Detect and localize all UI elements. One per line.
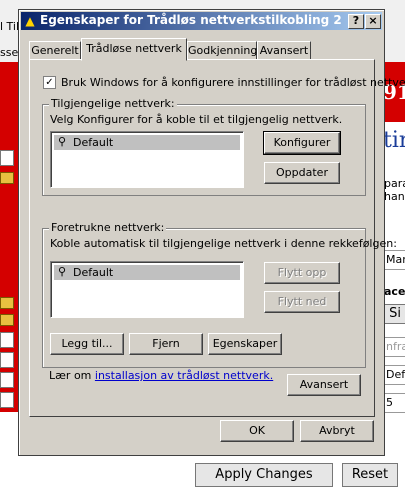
move-up-button[interactable]: Flytt opp — [264, 262, 340, 284]
advanced-button[interactable]: Avansert — [287, 374, 361, 396]
learn-link[interactable]: installasjon av trådløst nettverk. — [95, 369, 273, 382]
folder-icon — [0, 172, 14, 184]
wireless-networks-panel: ✓ Bruk Windows for å konfigurere innstil… — [29, 59, 405, 417]
tab-authentication[interactable]: Godkjenning — [187, 41, 257, 60]
network-name: Default — [73, 136, 114, 149]
bg-heading-fragment: tir — [383, 128, 405, 153]
dialog-titlebar[interactable]: ▲ Egenskaper for Trådløs nettverkstilkob… — [21, 12, 382, 30]
network-icon: ▲ — [25, 14, 35, 28]
bg-field[interactable]: Defa — [383, 365, 405, 385]
bg-field[interactable]: nfra — [383, 337, 405, 357]
configure-button[interactable]: Konfigurer — [263, 131, 341, 155]
ok-button[interactable]: OK — [220, 420, 294, 442]
move-down-button[interactable]: Flytt ned — [264, 291, 340, 313]
tab-advanced[interactable]: Avansert — [257, 41, 311, 60]
preferred-networks-description: Koble automatisk til tilgjengelige nettv… — [50, 237, 397, 250]
bg-text-fragment: hang — [384, 190, 405, 203]
antenna-icon: ⚲ — [58, 135, 67, 148]
refresh-button[interactable]: Oppdater — [264, 162, 340, 184]
help-button[interactable]: ? — [348, 14, 364, 29]
learn-prefix: Lær om — [49, 369, 95, 382]
available-networks-list[interactable]: ⚲ Default — [50, 131, 244, 188]
use-windows-label: Bruk Windows for å konfigurere innstilli… — [61, 76, 405, 89]
learn-text: Lær om installasjon av trådløst nettverk… — [49, 369, 273, 382]
bg-text-fragment: ace — [384, 285, 405, 298]
bg-field[interactable]: 5 — [383, 393, 405, 413]
add-button[interactable]: Legg til... — [50, 333, 124, 355]
use-windows-checkbox[interactable]: ✓ — [43, 76, 56, 89]
available-networks-description: Velg Konfigurer for å koble til et tilgj… — [50, 113, 343, 126]
list-item[interactable]: ⚲ Default — [54, 265, 240, 280]
cancel-button[interactable]: Avbryt — [300, 420, 374, 442]
doc-icon — [0, 352, 14, 368]
tab-general[interactable]: Generelt — [29, 41, 81, 60]
properties-dialog: ▲ Egenskaper for Trådløs nettverkstilkob… — [18, 9, 405, 456]
reset-button[interactable]: Reset — [342, 463, 398, 487]
bg-text-fragment: sse — [0, 46, 19, 59]
antenna-icon: ⚲ — [58, 265, 67, 278]
properties-button[interactable]: Egenskaper — [208, 333, 282, 355]
preferred-networks-title: Foretrukne nettverk: — [49, 221, 167, 234]
bg-field[interactable]: Mar — [383, 250, 405, 270]
doc-icon — [0, 392, 14, 408]
tab-wireless-networks[interactable]: Trådløse nettverk — [81, 38, 187, 61]
remove-button[interactable]: Fjern — [129, 333, 203, 355]
preferred-networks-group: Foretrukne nettverk: Koble automatisk ti… — [42, 221, 397, 368]
folder-icon — [0, 297, 14, 309]
doc-icon — [0, 150, 14, 166]
tab-strip: Generelt Trådløse nettverk Godkjenning A… — [29, 38, 374, 61]
preferred-networks-list[interactable]: ⚲ Default — [50, 261, 244, 318]
doc-icon — [0, 332, 14, 348]
bg-text-fragment: l Til — [0, 20, 20, 33]
network-name: Default — [73, 266, 114, 279]
doc-icon — [0, 372, 14, 388]
folder-icon — [0, 314, 14, 326]
dialog-title: Egenskaper for Trådløs nettverkstilkobli… — [40, 13, 342, 27]
close-button[interactable]: × — [365, 14, 381, 29]
bg-text-fragment: para — [384, 177, 405, 190]
available-networks-title: Tilgjengelige nettverk: — [49, 97, 177, 110]
list-item[interactable]: ⚲ Default — [54, 135, 240, 150]
available-networks-group: Tilgjengelige nettverk: Velg Konfigurer … — [42, 97, 366, 196]
apply-changes-button[interactable]: Apply Changes — [195, 463, 333, 487]
bg-button[interactable]: Si — [383, 304, 405, 324]
